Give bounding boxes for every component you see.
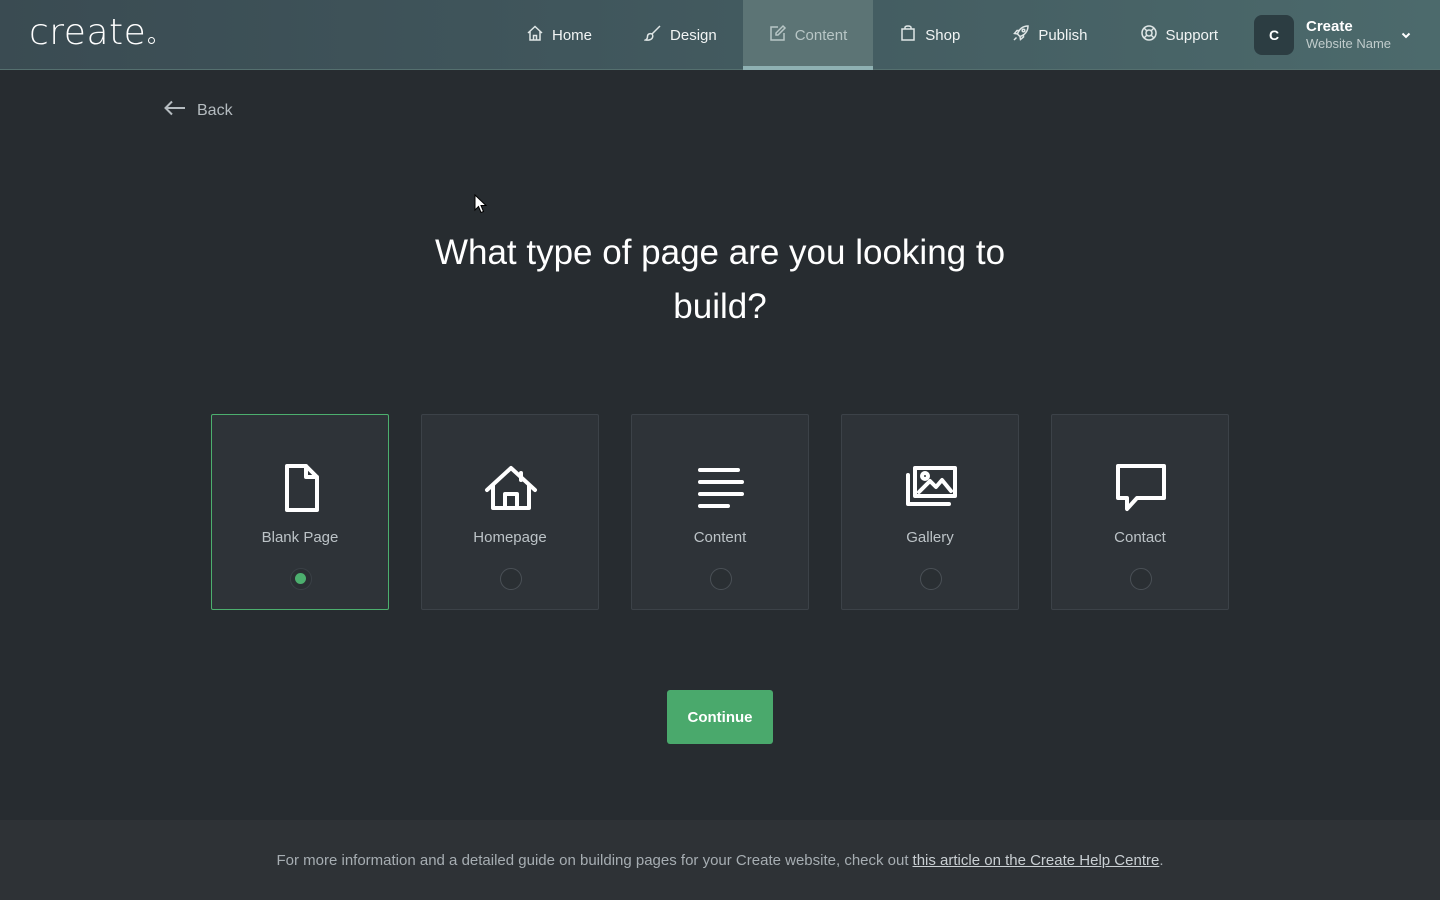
page-type-card-content[interactable]: Content bbox=[631, 414, 809, 610]
brush-icon bbox=[643, 24, 662, 46]
radio-button[interactable] bbox=[290, 568, 312, 590]
main-nav: Home Design Content Shop Publish Support bbox=[500, 0, 1244, 70]
footer-suffix: . bbox=[1159, 851, 1164, 869]
nav-item-label: Home bbox=[552, 26, 593, 44]
logo-text: create bbox=[29, 12, 147, 53]
account-info: Create Website Name bbox=[1306, 18, 1391, 53]
radio-button[interactable] bbox=[920, 568, 942, 590]
nav-item-home[interactable]: Home bbox=[500, 0, 618, 70]
footer-text: For more information and a detailed guid… bbox=[276, 851, 909, 869]
nav-item-content[interactable]: Content bbox=[742, 0, 874, 70]
arrow-left-icon bbox=[163, 99, 187, 122]
nav-item-shop[interactable]: Shop bbox=[873, 0, 986, 70]
nav-item-label: Content bbox=[794, 26, 848, 44]
radio-button[interactable] bbox=[710, 568, 732, 590]
blank-page-icon bbox=[273, 460, 329, 516]
radio-button[interactable] bbox=[500, 568, 522, 590]
nav-item-label: Shop bbox=[925, 26, 961, 44]
nav-item-label: Design bbox=[670, 26, 717, 44]
back-label: Back bbox=[197, 101, 233, 119]
nav-item-publish[interactable]: Publish bbox=[986, 0, 1113, 70]
card-label: Blank Page bbox=[261, 529, 339, 546]
page-type-card-homepage[interactable]: Homepage bbox=[421, 414, 599, 610]
lifebuoy-icon bbox=[1140, 24, 1158, 46]
radio-button[interactable] bbox=[1130, 568, 1152, 590]
rocket-icon bbox=[1012, 24, 1030, 46]
page-type-card-gallery[interactable]: Gallery bbox=[841, 414, 1019, 610]
logo-dot bbox=[148, 37, 156, 44]
speech-bubble-icon bbox=[1113, 460, 1169, 516]
website-name: Website Name bbox=[1306, 36, 1392, 52]
edit-icon bbox=[769, 24, 787, 46]
home-icon bbox=[526, 24, 544, 46]
card-label: Contact bbox=[1114, 529, 1166, 546]
mouse-cursor-icon bbox=[474, 193, 488, 214]
bag-icon bbox=[899, 24, 917, 46]
nav-item-design[interactable]: Design bbox=[618, 0, 743, 70]
card-label: Content bbox=[693, 529, 747, 546]
page-type-card-blank-page[interactable]: Blank Page bbox=[211, 414, 389, 610]
continue-button[interactable]: Continue bbox=[667, 690, 773, 744]
text-lines-icon bbox=[693, 460, 749, 516]
page-title: What type of page are you looking to bui… bbox=[434, 233, 1006, 326]
back-link[interactable]: Back bbox=[163, 99, 233, 122]
home-icon bbox=[483, 460, 539, 516]
nav-item-label: Support bbox=[1165, 26, 1219, 44]
help-footer: For more information and a detailed guid… bbox=[0, 820, 1440, 900]
page-type-options: Blank Page Homepage Content Gallery Cont… bbox=[211, 414, 1229, 610]
create-logo[interactable]: create bbox=[29, 12, 156, 53]
nav-item-label: Publish bbox=[1038, 26, 1088, 44]
card-label: Gallery bbox=[906, 529, 954, 546]
nav-item-support[interactable]: Support bbox=[1114, 0, 1245, 70]
top-navigation-bar: create Home Design Content Shop Publish … bbox=[0, 0, 1440, 70]
page-type-card-contact[interactable]: Contact bbox=[1051, 414, 1229, 610]
chevron-down-icon[interactable] bbox=[1400, 28, 1412, 40]
card-label: Homepage bbox=[473, 529, 547, 546]
avatar: C bbox=[1254, 15, 1294, 55]
help-centre-link[interactable]: this article on the Create Help Centre bbox=[913, 852, 1160, 869]
gallery-icon bbox=[903, 460, 959, 516]
account-menu[interactable]: C Create Website Name bbox=[1254, 15, 1391, 55]
account-name: Create bbox=[1306, 17, 1353, 35]
